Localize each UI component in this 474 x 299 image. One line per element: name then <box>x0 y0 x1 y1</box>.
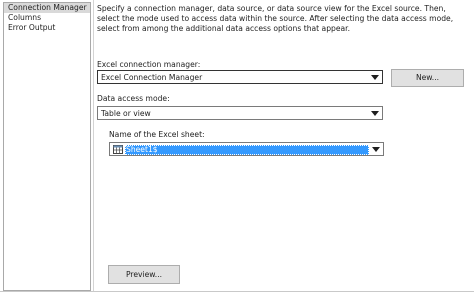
sidebar-item-columns[interactable]: Columns <box>4 13 90 23</box>
data-access-mode-label: Data access mode: <box>97 94 170 103</box>
table-icon <box>113 145 123 154</box>
selection-highlight <box>125 145 369 155</box>
main-panel: Specify a connection manager, data sourc… <box>93 0 474 291</box>
connection-manager-select[interactable]: Excel Connection Manager <box>97 70 383 84</box>
data-access-mode-value: Table or view <box>101 109 151 118</box>
excel-sheet-select[interactable]: Sheet1$ <box>109 142 384 156</box>
chevron-down-icon <box>370 74 380 81</box>
sidebar-item-connection-manager[interactable]: Connection Manager <box>4 3 90 13</box>
chevron-down-icon <box>371 146 381 153</box>
sidebar-item-error-output[interactable]: Error Output <box>4 23 90 33</box>
bottom-divider <box>0 291 474 292</box>
data-access-mode-select[interactable]: Table or view <box>97 106 383 120</box>
connection-manager-value: Excel Connection Manager <box>101 73 203 82</box>
description-text: Specify a connection manager, data sourc… <box>97 4 454 33</box>
preview-button[interactable]: Preview... <box>108 265 180 284</box>
new-connection-button[interactable]: New... <box>391 69 464 87</box>
connection-manager-label: Excel connection manager: <box>97 60 201 69</box>
excel-sheet-label: Name of the Excel sheet: <box>109 130 205 139</box>
excel-sheet-value: Sheet1$ <box>126 145 158 154</box>
chevron-down-icon <box>370 110 380 117</box>
page-list: Connection Manager Columns Error Output <box>3 2 91 291</box>
